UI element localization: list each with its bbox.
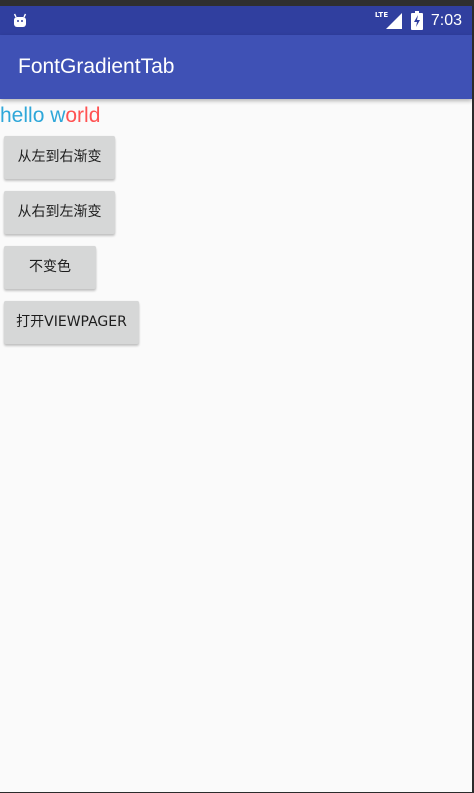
gradient-text-view: hello world (0, 103, 100, 129)
battery-charging-icon (410, 11, 423, 30)
gradient-text-part-2: orld (65, 104, 101, 127)
open-viewpager-button[interactable]: 打开VIEWPAGER (4, 301, 139, 344)
android-icon (13, 12, 27, 27)
status-bar: LTE 7:03 (0, 6, 472, 35)
phone-screen: LTE 7:03 FontGradientTab hello world 从左到… (0, 0, 474, 793)
status-clock: 7:03 (430, 11, 462, 29)
status-icons: LTE 7:03 (375, 6, 462, 35)
window-top-edge (0, 0, 474, 6)
app-title: FontGradientTab (18, 55, 175, 78)
gradient-text-part-1: hello w (0, 104, 66, 127)
cell-signal-icon: LTE (375, 11, 403, 30)
main-content: hello world 从左到右渐变 从右到左渐变 不变色 打开VIEWPAGE… (0, 99, 472, 792)
right-to-left-gradient-button[interactable]: 从右到左渐变 (4, 191, 115, 234)
left-to-right-gradient-button[interactable]: 从左到右渐变 (4, 136, 115, 179)
app-toolbar: FontGradientTab (0, 35, 472, 99)
no-color-change-button[interactable]: 不变色 (4, 246, 96, 289)
